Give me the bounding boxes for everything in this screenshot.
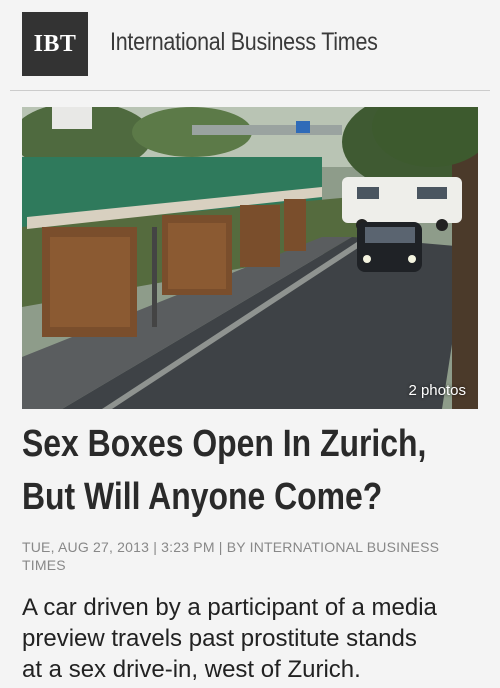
- app-header: IBT International Business Times: [0, 0, 500, 90]
- ibt-logo[interactable]: IBT: [22, 12, 88, 76]
- caption-line: at a sex drive-in, west of Zurich.: [22, 656, 361, 683]
- article-photo[interactable]: 2 photos: [22, 107, 478, 409]
- photo-count-label[interactable]: 2 photos: [408, 382, 466, 399]
- header-divider: [10, 90, 490, 91]
- headline-line: But Will Anyone Come?: [22, 476, 383, 518]
- article-meta: TUE, AUG 27, 2013 | 3:23 PM | BY INTERNA…: [22, 539, 440, 573]
- article-headline: Sex Boxes Open In Zurich, But Will Anyon…: [22, 418, 427, 524]
- headline-line: Sex Boxes Open In Zurich,: [22, 423, 427, 465]
- site-title[interactable]: International Business Times: [110, 28, 378, 57]
- caption-line: A car driven by a participant of a media: [22, 594, 437, 621]
- caption-line: preview travels past prostitute stands: [22, 625, 417, 652]
- photo-scene: [22, 107, 478, 409]
- article-caption: A car driven by a participant of a media…: [22, 592, 492, 685]
